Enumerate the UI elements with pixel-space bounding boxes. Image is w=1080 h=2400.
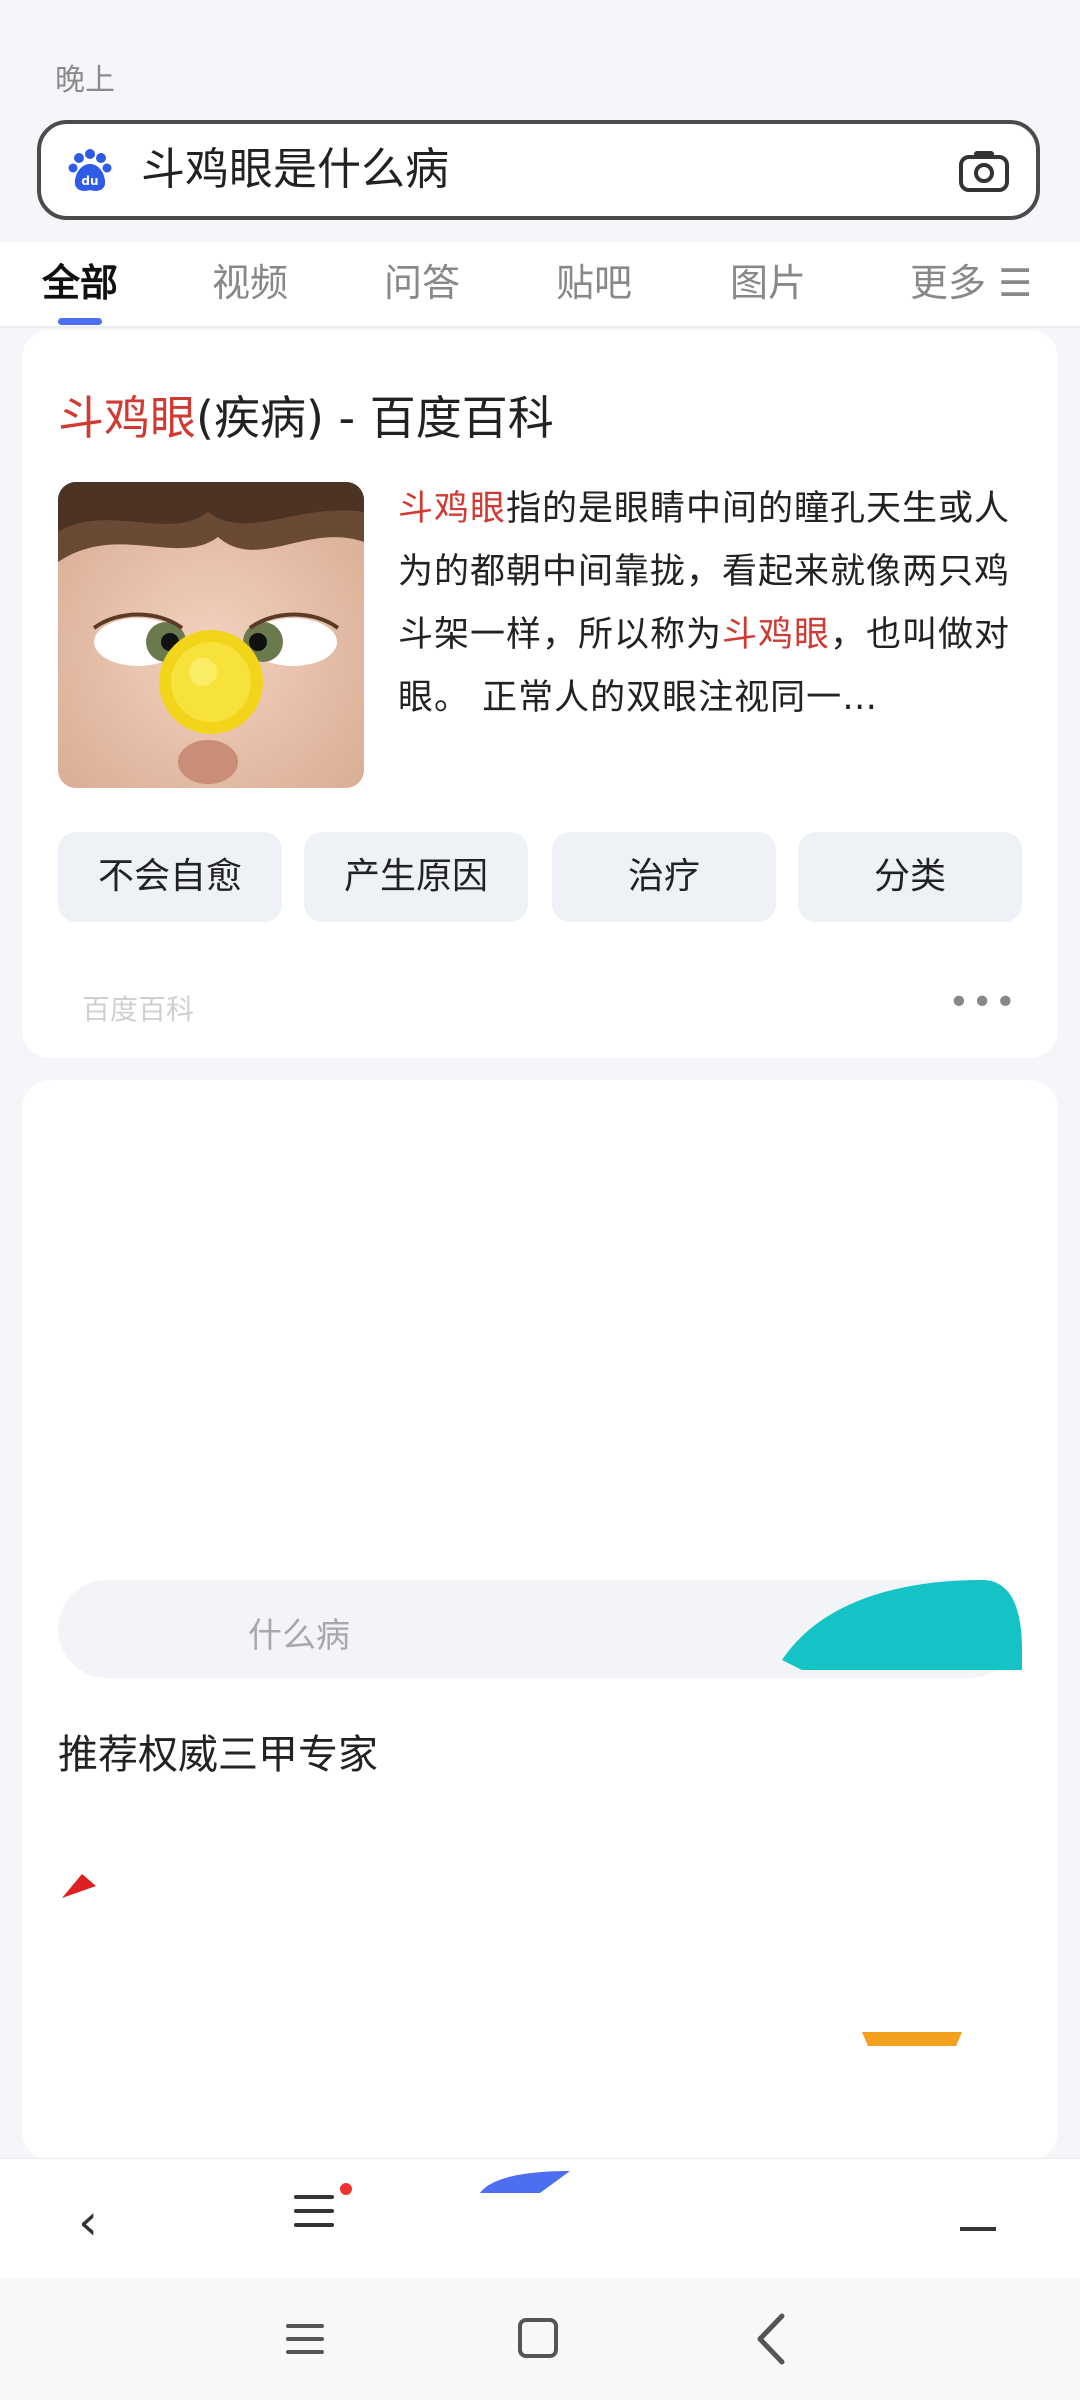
tabs-count-icon[interactable] (960, 2227, 996, 2231)
tab-more[interactable]: 更多 ☰ (910, 252, 1032, 307)
cross-eyed-face-image (58, 482, 364, 788)
expert-section-heading: 推荐权威三甲专家 (58, 1732, 378, 1778)
chip-causes[interactable]: 产生原因 (304, 832, 528, 922)
system-back-icon[interactable] (752, 2312, 788, 2366)
chip-classification[interactable]: 分类 (798, 832, 1022, 922)
search-box[interactable]: du 斗鸡眼是什么病 (37, 120, 1040, 220)
red-badge-icon (62, 1874, 96, 1898)
blue-decoration (480, 2171, 570, 2193)
tab-tieba[interactable]: 贴吧 (556, 252, 632, 307)
expert-result-card[interactable]: 什么病 推荐权威三甲专家 (22, 1080, 1058, 2160)
title-highlight: 斗鸡眼 (58, 391, 196, 445)
desc-highlight: 斗鸡眼 (722, 615, 831, 655)
search-input[interactable]: 斗鸡眼是什么病 (141, 142, 449, 198)
svg-text:du: du (81, 174, 98, 188)
tab-images[interactable]: 图片 (730, 252, 806, 307)
title-rest: (疾病) - 百度百科 (196, 391, 554, 445)
app-bottom-nav: ‹ (0, 2158, 1080, 2279)
system-nav-bar (0, 2278, 1080, 2400)
tab-video[interactable]: 视频 (212, 252, 288, 307)
baike-result-card[interactable]: 斗鸡眼(疾病) - 百度百科 斗鸡眼指的是眼睛中间的瞳孔天生或人为的都朝中间靠拢… (22, 330, 1058, 1058)
notification-dot (340, 2183, 352, 2195)
result-description[interactable]: 斗鸡眼指的是眼睛中间的瞳孔天生或人为的都朝中间靠拢，看起来就像两只鸡斗架一样，所… (398, 478, 1032, 730)
home-icon[interactable] (518, 2318, 558, 2358)
pill-text: 什么病 (248, 1616, 350, 1656)
divider (0, 326, 1080, 328)
desc-highlight: 斗鸡眼 (398, 489, 507, 529)
source-label: 百度百科 (82, 993, 195, 1026)
recent-apps-icon[interactable] (284, 2320, 326, 2358)
tab-all[interactable]: 全部 (42, 252, 118, 307)
camera-icon[interactable] (958, 148, 1010, 194)
search-tabs: 全部 视频 问答 贴吧 图片 更多 ☰ (0, 242, 1080, 326)
baidu-paw-icon: du (68, 149, 112, 191)
result-thumbnail[interactable] (58, 482, 364, 788)
back-arrow-icon[interactable]: ‹ (78, 2193, 98, 2251)
result-title[interactable]: 斗鸡眼(疾病) - 百度百科 (58, 382, 554, 448)
more-dots-icon[interactable]: ••• (948, 982, 1018, 1023)
chip-not-self-healing[interactable]: 不会自愈 (58, 832, 282, 922)
tab-qa[interactable]: 问答 (384, 252, 460, 307)
status-fragment: 晚上 (55, 63, 115, 98)
chip-treatment[interactable]: 治疗 (552, 832, 776, 922)
orange-tag (862, 2032, 962, 2046)
menu-icon[interactable] (290, 2189, 340, 2235)
active-tab-indicator (58, 318, 102, 325)
teal-decoration (782, 1580, 1022, 1670)
dandelion (159, 630, 263, 734)
